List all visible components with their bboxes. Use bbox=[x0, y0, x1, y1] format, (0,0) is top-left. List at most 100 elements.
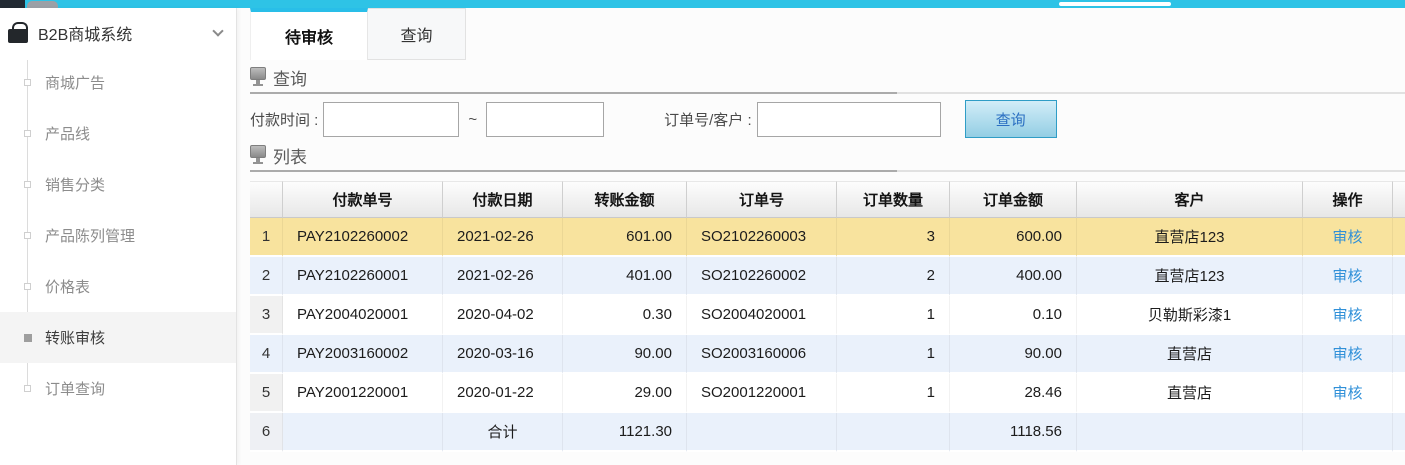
overflow-cell bbox=[1393, 296, 1405, 335]
action-cell: 审核 bbox=[1303, 296, 1393, 335]
query-section-header: 查询 bbox=[250, 65, 1405, 89]
tab-bar: 待审核查询 bbox=[250, 8, 1405, 60]
order-qty-cell: 1 bbox=[837, 335, 950, 374]
sidebar-item-label: 订单查询 bbox=[45, 378, 105, 399]
payment-date-to-input[interactable] bbox=[486, 102, 604, 137]
order-no-cell: SO2102260002 bbox=[687, 257, 837, 296]
sidebar-item-销售分类[interactable]: 销售分类 bbox=[0, 159, 236, 210]
action-cell bbox=[1303, 413, 1393, 452]
sidebar-item-label: 转账审核 bbox=[45, 327, 105, 348]
action-cell: 审核 bbox=[1303, 335, 1393, 374]
sidebar-item-产品线[interactable]: 产品线 bbox=[0, 108, 236, 159]
section-divider bbox=[250, 170, 1405, 172]
row-index-cell: 5 bbox=[250, 374, 283, 413]
order-qty-cell: 3 bbox=[837, 218, 950, 257]
audit-link[interactable]: 审核 bbox=[1332, 229, 1362, 246]
action-cell: 审核 bbox=[1303, 218, 1393, 257]
order-no-cell: SO2004020001 bbox=[687, 296, 837, 335]
section-divider bbox=[250, 92, 1405, 94]
chevron-down-icon bbox=[212, 25, 223, 36]
topbar-dark-segment bbox=[0, 0, 25, 8]
row-index-cell: 4 bbox=[250, 335, 283, 374]
payment-date-cell: 2020-01-22 bbox=[443, 374, 563, 413]
column-header-order-amount: 订单金额 bbox=[950, 181, 1077, 218]
payment-no-cell: PAY2102260001 bbox=[283, 257, 443, 296]
sidebar-item-label: 商城广告 bbox=[45, 72, 105, 93]
transfer-amount-cell: 29.00 bbox=[563, 374, 687, 413]
order-qty-cell: 1 bbox=[837, 296, 950, 335]
topbar-scroll-indicator[interactable] bbox=[1059, 2, 1171, 6]
audit-link[interactable]: 审核 bbox=[1332, 346, 1362, 363]
sidebar-item-价格表[interactable]: 价格表 bbox=[0, 261, 236, 312]
order-no-cell: SO2001220001 bbox=[687, 374, 837, 413]
order-amount-cell: 0.10 bbox=[950, 296, 1077, 335]
column-header-payment-date: 付款日期 bbox=[443, 181, 563, 218]
table-row[interactable]: 5PAY20012200012020-01-2229.00SO200122000… bbox=[250, 374, 1405, 413]
sidebar-item-label: 产品陈列管理 bbox=[45, 225, 135, 246]
transfer-amount-cell: 401.00 bbox=[563, 257, 687, 296]
overflow-cell bbox=[1393, 374, 1405, 413]
audit-link[interactable]: 审核 bbox=[1332, 307, 1362, 324]
square-bullet-icon bbox=[24, 79, 31, 86]
transfer-total-cell: 1121.30 bbox=[563, 413, 687, 452]
search-button[interactable]: 查询 bbox=[965, 100, 1057, 138]
tab-待审核[interactable]: 待审核 bbox=[250, 8, 368, 60]
payment-no-cell bbox=[283, 413, 443, 452]
column-header-row-index bbox=[250, 181, 283, 218]
table-row[interactable]: 3PAY20040200012020-04-020.30SO2004020001… bbox=[250, 296, 1405, 335]
table-row[interactable]: 2 PAY21022600012021-02-26401.00SO21022600… bbox=[250, 257, 1405, 296]
payment-no-cell: PAY2001220001 bbox=[283, 374, 443, 413]
total-label-cell: 合计 bbox=[443, 413, 563, 452]
payment-date-cell: 2021-02-26 bbox=[443, 257, 563, 296]
sidebar-app-header[interactable]: B2B商城系统 bbox=[0, 8, 236, 57]
transfer-amount-cell: 0.30 bbox=[563, 296, 687, 335]
order-amount-cell: 400.00 bbox=[950, 257, 1077, 296]
order-qty-cell: 1 bbox=[837, 374, 950, 413]
sidebar-item-商城广告[interactable]: 商城广告 bbox=[0, 57, 236, 108]
action-cell: 审核 bbox=[1303, 374, 1393, 413]
payment-no-cell: PAY2003160002 bbox=[283, 335, 443, 374]
customer-cell bbox=[1077, 413, 1303, 452]
payment-no-cell: PAY2102260002 bbox=[283, 218, 443, 257]
payment-date-cell: 2021-02-26 bbox=[443, 218, 563, 257]
order-no-cell: SO2102260003 bbox=[687, 218, 837, 257]
square-bullet-icon bbox=[24, 232, 31, 239]
order-no-cell bbox=[687, 413, 837, 452]
action-cell: 审核 bbox=[1303, 257, 1393, 296]
sidebar-app-title: B2B商城系统 bbox=[38, 21, 214, 45]
payment-date-from-input[interactable] bbox=[323, 102, 459, 137]
audit-link[interactable]: 审核 bbox=[1332, 385, 1362, 402]
column-header-order-qty: 订单数量 bbox=[837, 181, 950, 218]
table-row[interactable]: 1PAY21022600022021-02-26601.00SO21022600… bbox=[250, 218, 1405, 257]
payment-date-cell: 2020-04-02 bbox=[443, 296, 563, 335]
order-customer-input[interactable] bbox=[757, 102, 941, 137]
sidebar-item-转账审核[interactable]: 转账审核 bbox=[0, 312, 236, 363]
sidebar-item-订单查询[interactable]: 订单查询 bbox=[0, 363, 236, 414]
order-amount-cell: 600.00 bbox=[950, 218, 1077, 257]
square-bullet-icon bbox=[24, 181, 31, 188]
order-amount-cell: 90.00 bbox=[950, 335, 1077, 374]
table-row[interactable]: 4PAY20031600022020-03-1690.00SO200316000… bbox=[250, 335, 1405, 374]
square-bullet-icon bbox=[24, 385, 31, 392]
sidebar-item-产品陈列管理[interactable]: 产品陈列管理 bbox=[0, 210, 236, 261]
customer-cell: 直营店 bbox=[1077, 335, 1303, 374]
sidebar-menu: 商城广告产品线销售分类产品陈列管理价格表转账审核订单查询 bbox=[0, 57, 236, 414]
audit-link[interactable]: 审核 bbox=[1332, 268, 1362, 285]
table-header: 付款单号付款日期转账金额订单号订单数量订单金额客户操作 bbox=[250, 181, 1405, 218]
square-bullet-icon bbox=[24, 130, 31, 137]
payments-table: 付款单号付款日期转账金额订单号订单数量订单金额客户操作 1PAY21022600… bbox=[250, 181, 1405, 452]
top-accent-bar bbox=[0, 0, 1405, 8]
sidebar-item-label: 价格表 bbox=[45, 276, 90, 297]
tab-查询[interactable]: 查询 bbox=[368, 8, 466, 60]
app-root: B2B商城系统 商城广告产品线销售分类产品陈列管理价格表转账审核订单查询 待审核… bbox=[0, 0, 1405, 465]
monitor-icon bbox=[250, 145, 266, 158]
order-total-cell: 1118.56 bbox=[950, 413, 1077, 452]
order-amount-cell: 28.46 bbox=[950, 374, 1077, 413]
overflow-cell bbox=[1393, 257, 1405, 296]
payment-no-cell: PAY2004020001 bbox=[283, 296, 443, 335]
row-index-cell: 3 bbox=[250, 296, 283, 335]
column-header-action: 操作 bbox=[1303, 181, 1393, 218]
customer-cell: 直营店 bbox=[1077, 374, 1303, 413]
topbar-gray-tab bbox=[27, 1, 58, 8]
order-qty-cell: 2 bbox=[837, 257, 950, 296]
